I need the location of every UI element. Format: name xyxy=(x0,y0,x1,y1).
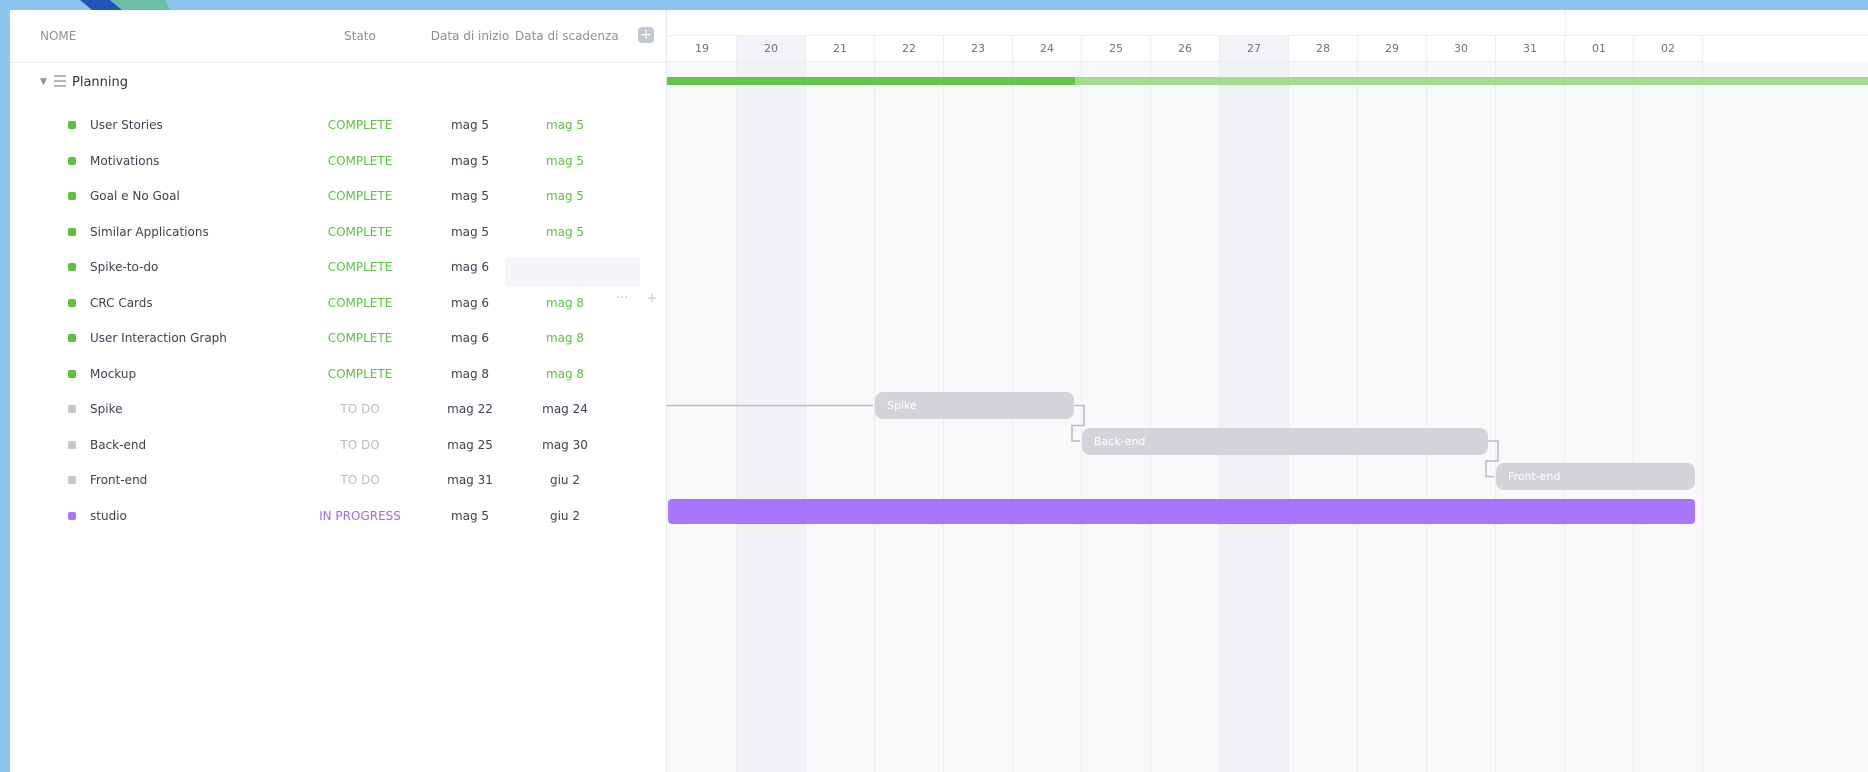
status-dot xyxy=(68,156,76,165)
status-dot xyxy=(68,369,76,378)
list-icon xyxy=(54,75,66,87)
task-name[interactable]: studio xyxy=(90,495,127,537)
column-header-start-date[interactable]: Data di inizio xyxy=(425,10,515,62)
column-header-status[interactable]: Stato xyxy=(310,10,410,62)
gantt-bar[interactable]: Back-end xyxy=(1082,427,1488,455)
status-dot xyxy=(68,227,76,236)
task-list-panel: NOME Stato Data di inizio Data di scaden… xyxy=(10,10,667,772)
group-row-planning[interactable]: ▼ Planning xyxy=(10,62,666,104)
timeline-panel: 19 20 21 22 23 24 25 26 27 28 29 30 31 01 02 Spike Back… xyxy=(667,10,1868,772)
group-name: Planning xyxy=(72,75,128,90)
plus-square-icon[interactable]: + xyxy=(638,27,654,43)
column-header-name[interactable]: NOME xyxy=(40,10,76,62)
dependency-connectors xyxy=(667,404,1499,478)
more-icon[interactable]: ··· xyxy=(616,291,628,306)
status-dot xyxy=(68,405,76,413)
status-dot xyxy=(68,440,76,449)
status-dot xyxy=(68,511,76,520)
status-dot xyxy=(68,476,76,484)
gantt-view: NOME Stato Data di inizio Data di scaden… xyxy=(10,10,1868,772)
gantt-bar-studio[interactable] xyxy=(668,498,1695,524)
status-badge[interactable]: IN PROGRESS xyxy=(295,495,425,537)
add-icon[interactable]: + xyxy=(647,291,658,306)
status-dot xyxy=(68,121,76,129)
gantt-bar[interactable]: Front-end xyxy=(1496,463,1695,490)
column-header-due-date[interactable]: Data di scadenza xyxy=(515,10,619,62)
row-tools: ··· + xyxy=(616,291,657,306)
status-dot xyxy=(68,334,76,342)
task-row[interactable]: studio IN PROGRESS mag 5 giu 2 xyxy=(10,495,666,537)
task-list-header: NOME Stato Data di inizio Data di scaden… xyxy=(10,10,666,63)
status-dot xyxy=(68,192,76,200)
status-dot xyxy=(68,263,76,271)
status-dot xyxy=(68,298,76,307)
corner-decoration xyxy=(80,0,170,10)
due-date[interactable]: giu 2 xyxy=(515,495,615,537)
caret-down-icon[interactable]: ▼ xyxy=(40,77,47,87)
row-hover-highlight xyxy=(505,257,640,287)
gantt-bar[interactable]: Spike xyxy=(875,392,1074,419)
start-date[interactable]: mag 5 xyxy=(425,495,515,537)
